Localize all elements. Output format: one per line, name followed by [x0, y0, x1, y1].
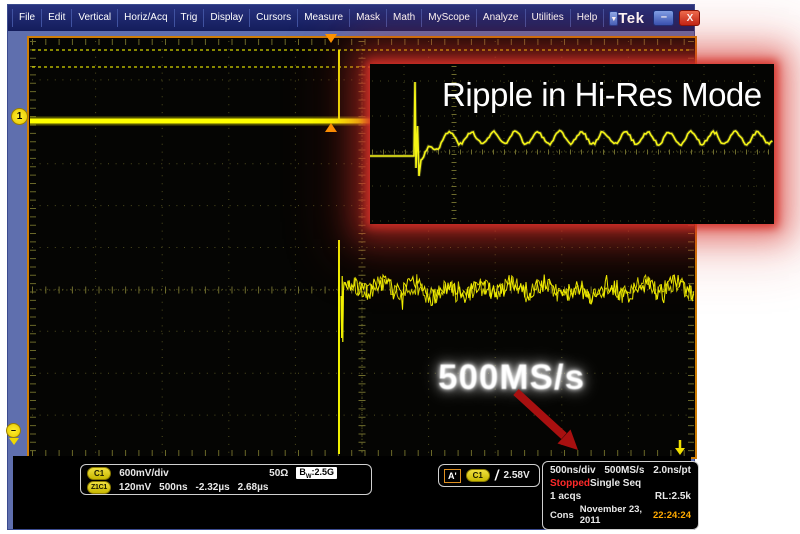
acquisition-state: Stopped: [550, 478, 590, 489]
window-controls: Tek – X: [618, 10, 703, 27]
console-label: Cons: [550, 510, 574, 521]
close-button[interactable]: X: [679, 10, 700, 26]
menu-item-cursors[interactable]: Cursors: [250, 9, 298, 27]
offscreen-trace-marker[interactable]: –: [6, 423, 21, 438]
rising-edge-icon: /: [495, 467, 499, 484]
trigger-level: 2.58V: [504, 470, 530, 481]
channel1-badge: C1: [87, 467, 111, 480]
acquisition-count: 1 acqs: [550, 491, 581, 502]
channel-readout-box[interactable]: C1 600mV/div 50Ω BW:2.5G Z1C1 120mV 500n…: [80, 464, 372, 495]
ripple-inset-callout: Ripple in Hi-Res Mode: [370, 64, 774, 224]
zoom-window-start: -2.32µs: [196, 482, 230, 493]
channel1-position-marker[interactable]: 1: [11, 108, 28, 125]
menu-item-myscope[interactable]: MyScope: [422, 9, 477, 27]
zoom-scale: 120mV: [119, 482, 151, 493]
menu-item-math[interactable]: Math: [387, 9, 422, 27]
menu-item-vertical[interactable]: Vertical: [72, 9, 118, 27]
trigger-readout-box[interactable]: A' C1 / 2.58V: [438, 464, 540, 487]
menu-item-display[interactable]: Display: [204, 9, 250, 27]
zoom-trace-badge: Z1C1: [87, 481, 111, 494]
time-readout: 22:24:24: [653, 510, 691, 521]
trigger-source-badge: A': [444, 469, 461, 483]
inset-title: Ripple in Hi-Res Mode: [442, 76, 762, 114]
menu-item-analyze[interactable]: Analyze: [477, 9, 526, 27]
chevron-down-icon: ▼: [610, 16, 617, 23]
page: File Edit Vertical Horiz/Acq Trig Displa…: [0, 0, 800, 534]
menu-item-file[interactable]: File: [12, 9, 42, 27]
zoom-timebase: 500ns: [159, 482, 187, 493]
acquisition-readout-box[interactable]: 500ns/div 500MS/s 2.0ns/pt Stopped Singl…: [542, 461, 699, 530]
menu-item-trig[interactable]: Trig: [175, 9, 205, 27]
offscreen-arrow-icon: [9, 438, 19, 445]
menu-bar: File Edit Vertical Horiz/Acq Trig Displa…: [8, 5, 694, 31]
channel1-scale: 600mV/div: [119, 468, 168, 479]
zoom-position-icon[interactable]: [325, 123, 337, 132]
menu-item-help[interactable]: Help: [571, 9, 605, 27]
red-arrow-icon: [498, 388, 598, 460]
menu-item-edit[interactable]: Edit: [42, 9, 72, 27]
trigger-position-icon[interactable]: [325, 34, 337, 43]
sample-rate-readout: 500MS/s: [604, 465, 644, 476]
date-readout: November 23, 2011: [580, 504, 647, 526]
trigger-channel-badge: C1: [466, 469, 490, 482]
acquisition-mode: Single Seq: [590, 478, 641, 489]
zoom-window-end: 2.68µs: [238, 482, 269, 493]
minimize-button[interactable]: –: [653, 10, 674, 26]
channel1-impedance: 50Ω: [269, 468, 288, 479]
menu-item-utilities[interactable]: Utilities: [526, 9, 571, 27]
bandwidth-limit-readout: BW:2.5G: [296, 467, 337, 480]
timebase-readout: 500ns/div: [550, 465, 596, 476]
resolution-readout: 2.0ns/pt: [653, 465, 691, 476]
record-length: RL:2.5k: [655, 491, 691, 502]
readout-bar: C1 600mV/div 50Ω BW:2.5G Z1C1 120mV 500n…: [13, 456, 691, 529]
menu-dropdown-button[interactable]: ▼: [609, 11, 618, 26]
menu-item-measure[interactable]: Measure: [298, 9, 350, 27]
menu-item-horiz-acq[interactable]: Horiz/Acq: [118, 9, 174, 27]
tek-logo: Tek: [618, 10, 648, 27]
menu-item-mask[interactable]: Mask: [350, 9, 387, 27]
